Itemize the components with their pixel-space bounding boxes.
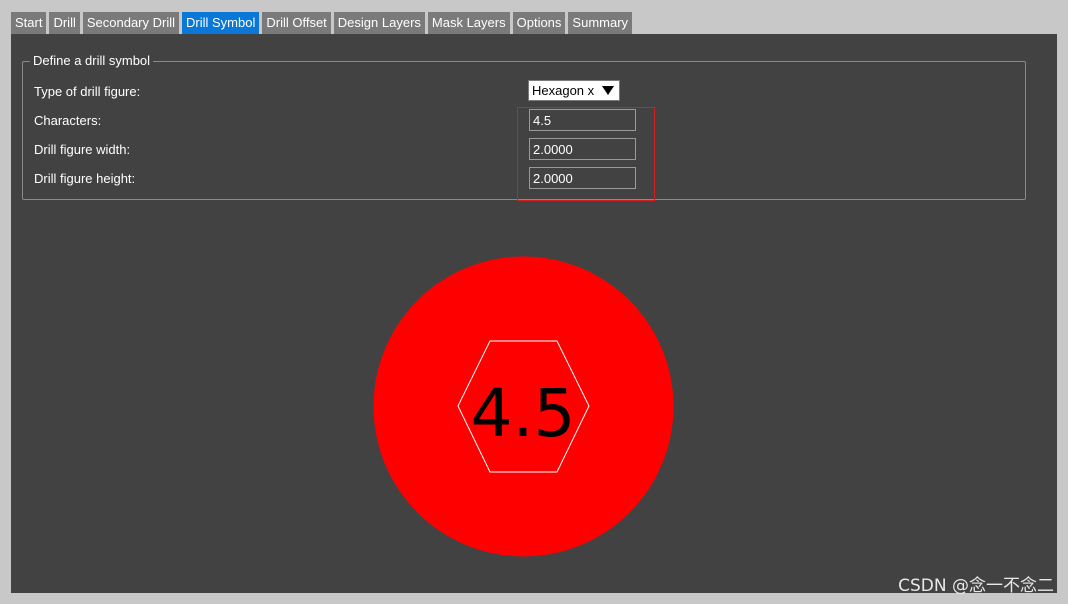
- tab-bar: Start Drill Secondary Drill Drill Symbol…: [11, 12, 633, 34]
- preview-text: 4.5: [471, 375, 576, 452]
- dropdown-arrow-icon: [602, 86, 614, 95]
- drill-figure-type-value: Hexagon x: [532, 83, 595, 98]
- drill-symbol-preview: 4.5: [373, 256, 674, 557]
- tab-mask-layers[interactable]: Mask Layers: [427, 12, 510, 34]
- watermark: CSDN @念一不念二: [898, 576, 1054, 596]
- drill-figure-type-select[interactable]: Hexagon x: [528, 80, 620, 101]
- tab-drill-offset[interactable]: Drill Offset: [262, 12, 331, 34]
- characters-label: Characters:: [34, 113, 102, 128]
- drill-figure-height-label: Drill figure height:: [34, 171, 136, 186]
- drill-figure-width-label: Drill figure width:: [34, 142, 131, 157]
- drill-figure-width-input[interactable]: [529, 138, 636, 160]
- drill-figure-height-input[interactable]: [529, 167, 636, 189]
- tab-start[interactable]: Start: [11, 12, 47, 34]
- characters-input[interactable]: [529, 109, 636, 131]
- tab-secondary-drill[interactable]: Secondary Drill: [82, 12, 180, 34]
- tab-drill-symbol[interactable]: Drill Symbol: [182, 12, 260, 34]
- group-title: Define a drill symbol: [30, 53, 154, 69]
- drill-symbol-panel: Define a drill symbol Type of drill figu…: [11, 34, 1057, 593]
- tab-summary[interactable]: Summary: [568, 12, 633, 34]
- tab-options[interactable]: Options: [512, 12, 566, 34]
- drill-symbol-group: Define a drill symbol Type of drill figu…: [22, 53, 1026, 201]
- tab-drill[interactable]: Drill: [49, 12, 80, 34]
- tab-design-layers[interactable]: Design Layers: [333, 12, 425, 34]
- drill-figure-type-label: Type of drill figure:: [34, 84, 141, 99]
